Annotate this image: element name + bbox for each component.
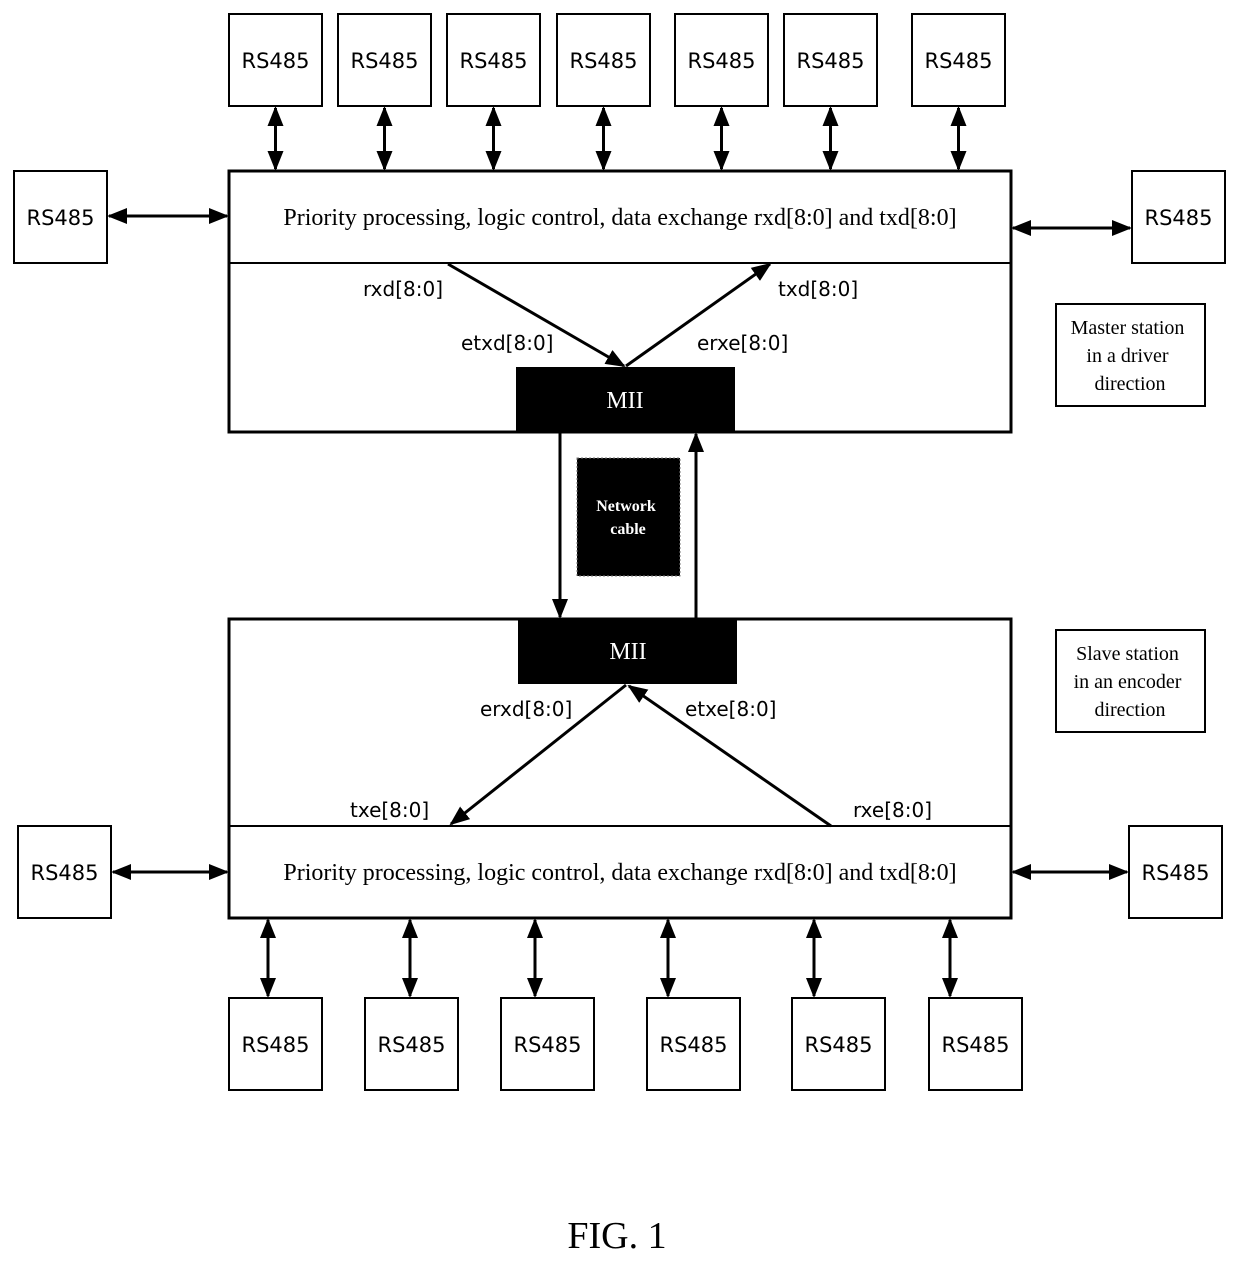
rs485-label: RS485 [26, 206, 94, 230]
slave-logic-label: Priority processing, logic control, data… [283, 860, 956, 886]
rs485-label: RS485 [924, 49, 992, 73]
slave-rs485-bottom: RS485 [791, 997, 886, 1091]
master-erxe-label: erxe[8:0] [697, 331, 788, 355]
slave-rs485-bottom: RS485 [500, 997, 595, 1091]
master-station: Priority processing, logic control, data… [227, 169, 1013, 434]
slave-rs485-bottom: RS485 [228, 997, 323, 1091]
slave-rs485-bottom: RS485 [364, 997, 459, 1091]
master-rxd-label: rxd[8:0] [363, 277, 443, 301]
rs485-label: RS485 [241, 49, 309, 73]
rs485-label: RS485 [1144, 206, 1212, 230]
slave-rs485-left: RS485 [17, 825, 112, 919]
rs485-label: RS485 [569, 49, 637, 73]
rs485-label: RS485 [659, 1033, 727, 1057]
master-rs485-right: RS485 [1131, 170, 1226, 264]
slave-caption-line: Slave station [1076, 643, 1179, 665]
master-rs485-top: RS485 [556, 13, 651, 107]
rs485-label: RS485 [804, 1033, 872, 1057]
slave-caption: Slave station in an encoder direction [1055, 629, 1206, 733]
master-rs485-top: RS485 [674, 13, 769, 107]
master-rs485-top: RS485 [337, 13, 432, 107]
rs485-label: RS485 [941, 1033, 1009, 1057]
master-rs485-top: RS485 [228, 13, 323, 107]
network-cable-label: Network [596, 498, 656, 515]
rs485-label: RS485 [377, 1033, 445, 1057]
master-txd-label: txd[8:0] [778, 277, 858, 301]
master-caption-line: in a driver [1086, 345, 1169, 367]
slave-rs485-right: RS485 [1128, 825, 1223, 919]
master-rs485-left: RS485 [13, 170, 108, 264]
rs485-label: RS485 [1141, 861, 1209, 885]
network-cable-block [576, 457, 681, 577]
slave-rxe-label: rxe[8:0] [853, 798, 932, 822]
master-caption-line: Master station [1071, 317, 1185, 339]
master-caption: Master station in a driver direction [1055, 303, 1206, 407]
slave-caption-line: direction [1094, 699, 1165, 721]
network-link: Network cable [552, 432, 704, 619]
slave-station: Priority processing, logic control, data… [227, 617, 1013, 920]
slave-etxe-label: etxe[8:0] [685, 697, 776, 721]
rs485-label: RS485 [459, 49, 527, 73]
slave-erxd-label: erxd[8:0] [480, 697, 572, 721]
figure-caption: FIG. 1 [567, 1215, 666, 1257]
slave-txe-label: txe[8:0] [350, 798, 429, 822]
rs485-label: RS485 [513, 1033, 581, 1057]
rs485-label: RS485 [796, 49, 864, 73]
master-mii-label: MII [606, 388, 643, 414]
slave-rs485-bottom: RS485 [928, 997, 1023, 1091]
network-cable-label: cable [610, 521, 646, 538]
master-rs485-top: RS485 [911, 13, 1006, 107]
master-etxd-label: etxd[8:0] [461, 331, 553, 355]
rs485-label: RS485 [687, 49, 755, 73]
rs485-label: RS485 [241, 1033, 309, 1057]
rs485-label: RS485 [30, 861, 98, 885]
slave-caption-line: in an encoder [1074, 671, 1182, 693]
master-rs485-top: RS485 [783, 13, 878, 107]
slave-mii-label: MII [609, 639, 646, 665]
rs485-label: RS485 [350, 49, 418, 73]
master-rs485-top: RS485 [446, 13, 541, 107]
master-caption-line: direction [1094, 373, 1165, 395]
block-diagram: Priority processing, logic control, data… [13, 13, 1226, 1257]
slave-rs485-bottom: RS485 [646, 997, 741, 1091]
master-logic-label: Priority processing, logic control, data… [283, 205, 956, 231]
